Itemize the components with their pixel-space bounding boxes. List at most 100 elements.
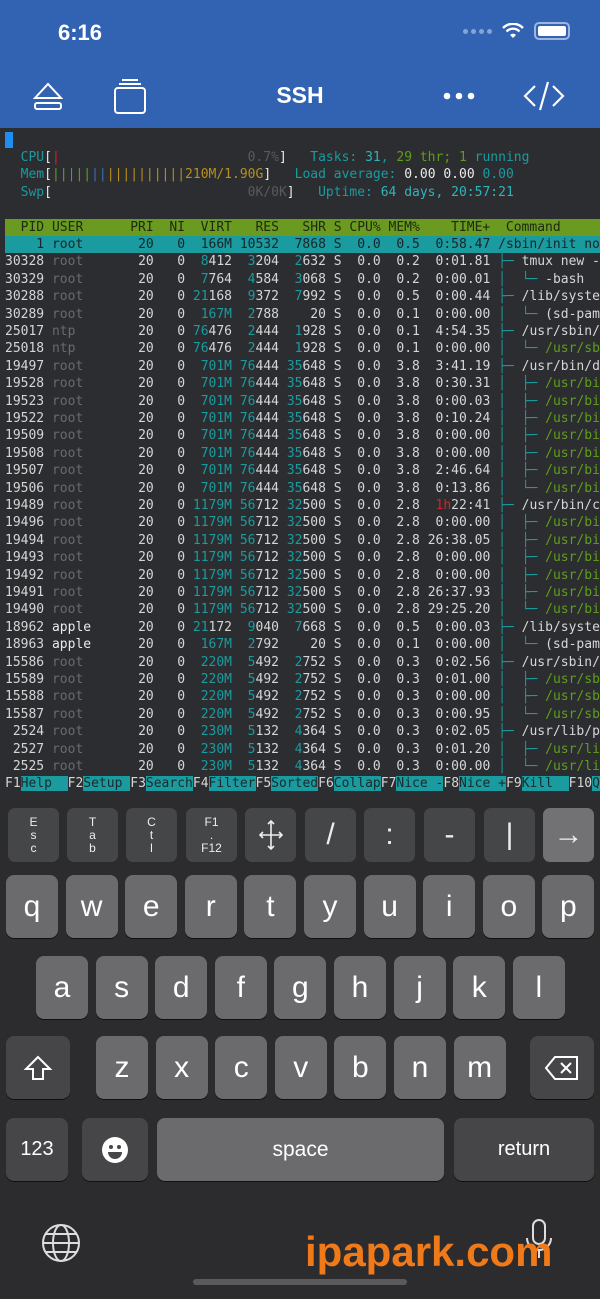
key-y[interactable]: y — [304, 875, 356, 938]
memory-meter: Mem[|||||||||||||||||210M/1.90G] Load av… — [20, 167, 514, 183]
process-row[interactable]: 19491 root 20 0 1179M 56712 32500 S 0.0 … — [5, 584, 600, 601]
key-w[interactable]: w — [65, 875, 118, 938]
key-t[interactable]: t — [244, 875, 297, 938]
backspace-key[interactable] — [530, 1036, 594, 1099]
process-row[interactable]: 19489 root 20 0 1179M 56712 32500 S 0.0 … — [5, 497, 600, 514]
toolbar-key-5[interactable]: / — [305, 808, 356, 862]
process-row[interactable]: 30289 root 20 0 167M 2788 20 S 0.0 0.1 0… — [5, 306, 600, 323]
process-row[interactable]: 19492 root 20 0 1179M 56712 32500 S 0.0 … — [5, 567, 600, 584]
key-i[interactable]: i — [423, 875, 476, 938]
fkey-f6[interactable]: F6Collap — [318, 776, 381, 791]
emoji-key[interactable] — [82, 1118, 148, 1181]
process-row[interactable]: 19490 root 20 0 1179M 56712 32500 S 0.0 … — [5, 601, 600, 618]
process-row[interactable]: 2527 root 20 0 230M 5132 4364 S 0.0 0.3 … — [5, 741, 600, 758]
fkey-f1[interactable]: F1Help — [5, 776, 68, 791]
space-key[interactable]: space — [157, 1118, 444, 1181]
key-d[interactable]: d — [155, 956, 208, 1019]
process-time: 0:02.56 — [435, 654, 491, 670]
toolbar-key-7[interactable]: - — [424, 808, 475, 862]
key-a[interactable]: a — [36, 956, 88, 1019]
process-row[interactable]: 19496 root 20 0 1179M 56712 32500 S 0.0 … — [5, 514, 600, 531]
globe-key[interactable] — [40, 1222, 82, 1269]
key-z[interactable]: z — [96, 1036, 148, 1099]
process-row[interactable]: 18963 apple 20 0 167M 2792 20 S 0.0 0.1 … — [5, 636, 600, 653]
process-row[interactable]: 19494 root 20 0 1179M 56712 32500 S 0.0 … — [5, 532, 600, 549]
process-time: 0:01.00 — [435, 672, 491, 687]
watermark: ipapark.com — [305, 1228, 553, 1275]
toolbar-key-9[interactable]: → — [543, 808, 594, 862]
shift-icon — [23, 1055, 53, 1080]
fkey-f3[interactable]: F3Search — [130, 776, 193, 791]
toolbar-key-4[interactable] — [245, 808, 296, 862]
top-bar: 6:16 SSH — [0, 0, 600, 128]
home-indicator[interactable] — [193, 1279, 407, 1285]
key-v[interactable]: v — [274, 1036, 327, 1099]
toolbar-key-6[interactable]: : — [364, 808, 415, 862]
key-l[interactable]: l — [512, 956, 565, 1019]
process-row[interactable]: 19509 root 20 0 701M 76444 35648 S 0.0 3… — [5, 427, 600, 444]
key-p[interactable]: p — [542, 875, 595, 938]
fkey-f4[interactable]: F4Filter — [193, 776, 256, 791]
status-time: 6:16 — [58, 20, 103, 45]
process-row[interactable]: 15588 root 20 0 220M 5492 2752 S 0.0 0.3… — [5, 688, 600, 705]
key-c[interactable]: c — [215, 1036, 268, 1099]
fkey-f7[interactable]: F7Nice - — [381, 776, 444, 791]
process-row[interactable]: 1 root 20 0 166M 10532 7868 S 0.0 0.5 0:… — [5, 236, 600, 254]
process-row[interactable]: 19522 root 20 0 701M 76444 35648 S 0.0 3… — [5, 410, 600, 427]
process-table-header[interactable]: PID USER PRI NI VIRT RES SHR S CPU% MEM%… — [5, 218, 600, 236]
process-row[interactable]: 19493 root 20 0 1179M 56712 32500 S 0.0 … — [5, 549, 600, 566]
process-row[interactable]: 30288 root 20 0 21168 9372 7992 S 0.0 0.… — [5, 288, 600, 305]
more-button[interactable] — [437, 76, 481, 116]
process-time: 0:00.44 — [435, 289, 491, 305]
fkey-f9[interactable]: F9Kill — [506, 776, 569, 791]
process-time: 29:25.20 — [427, 602, 491, 618]
key-b[interactable]: b — [334, 1036, 387, 1099]
key-q[interactable]: q — [6, 875, 58, 938]
fkey-f8[interactable]: F8Nice + — [443, 776, 506, 791]
process-time: 0:00.00 — [435, 341, 491, 357]
process-row[interactable]: 2525 root 20 0 230M 5132 4364 S 0.0 0.3 … — [5, 758, 600, 775]
process-row[interactable]: 19506 root 20 0 701M 76444 35648 S 0.0 3… — [5, 480, 600, 497]
process-row[interactable]: 19508 root 20 0 701M 76444 35648 S 0.0 3… — [5, 445, 600, 462]
process-row[interactable]: 30328 root 20 0 8412 3204 2632 S 0.0 0.2… — [5, 253, 600, 270]
process-row[interactable]: 30329 root 20 0 7764 4584 3068 S 0.0 0.2… — [5, 271, 600, 288]
snippets-button[interactable] — [522, 76, 566, 116]
key-g[interactable]: g — [274, 956, 327, 1019]
toolbar-key-1[interactable]: Tab — [67, 808, 118, 862]
toolbar-key-8[interactable]: | — [484, 808, 535, 862]
key-f[interactable]: f — [214, 956, 267, 1019]
key-o[interactable]: o — [482, 875, 535, 938]
numbers-key[interactable]: 123 — [6, 1118, 68, 1181]
key-x[interactable]: x — [155, 1036, 208, 1099]
key-m[interactable]: m — [453, 1036, 506, 1099]
key-r[interactable]: r — [184, 875, 237, 938]
process-row[interactable]: 19523 root 20 0 701M 76444 35648 S 0.0 3… — [5, 393, 600, 410]
process-row[interactable]: 19497 root 20 0 701M 76444 35648 S 0.0 3… — [5, 358, 600, 375]
process-row[interactable]: 18962 apple 20 0 21172 9040 7668 S 0.0 0… — [5, 619, 600, 636]
code-icon — [523, 81, 565, 111]
process-row[interactable]: 25017 ntp 20 0 76476 2444 1928 S 0.0 0.1… — [5, 323, 600, 340]
key-j[interactable]: j — [393, 956, 446, 1019]
fkey-f10[interactable]: F10Qu — [569, 776, 600, 791]
return-key[interactable]: return — [454, 1118, 594, 1181]
terminal[interactable]: CPU[| 0.7%] Tasks: 31, 29 thr; 1 running… — [0, 128, 600, 798]
shift-key[interactable] — [6, 1036, 70, 1099]
key-u[interactable]: u — [363, 875, 416, 938]
process-row[interactable]: 15587 root 20 0 220M 5492 2752 S 0.0 0.3… — [5, 706, 600, 723]
process-row[interactable]: 19528 root 20 0 701M 76444 35648 S 0.0 3… — [5, 375, 600, 392]
key-e[interactable]: e — [125, 875, 178, 938]
key-h[interactable]: h — [334, 956, 386, 1019]
process-row[interactable]: 2524 root 20 0 230M 5132 4364 S 0.0 0.3 … — [5, 723, 600, 740]
key-k[interactable]: k — [453, 956, 506, 1019]
toolbar-key-0[interactable]: Esc — [8, 808, 59, 862]
key-n[interactable]: n — [394, 1036, 446, 1099]
toolbar-key-3[interactable]: F1. F12 — [186, 808, 237, 862]
process-row[interactable]: 25018 ntp 20 0 76476 2444 1928 S 0.0 0.1… — [5, 340, 600, 357]
process-row[interactable]: 15586 root 20 0 220M 5492 2752 S 0.0 0.3… — [5, 654, 600, 671]
process-row[interactable]: 15589 root 20 0 220M 5492 2752 S 0.0 0.3… — [5, 671, 600, 688]
process-row[interactable]: 19507 root 20 0 701M 76444 35648 S 0.0 3… — [5, 462, 600, 479]
toolbar-key-2[interactable]: Ctl — [126, 808, 177, 862]
fkey-f5[interactable]: F5Sorted — [256, 776, 319, 791]
key-s[interactable]: s — [95, 956, 148, 1019]
fkey-f2[interactable]: F2Setup — [68, 776, 131, 791]
